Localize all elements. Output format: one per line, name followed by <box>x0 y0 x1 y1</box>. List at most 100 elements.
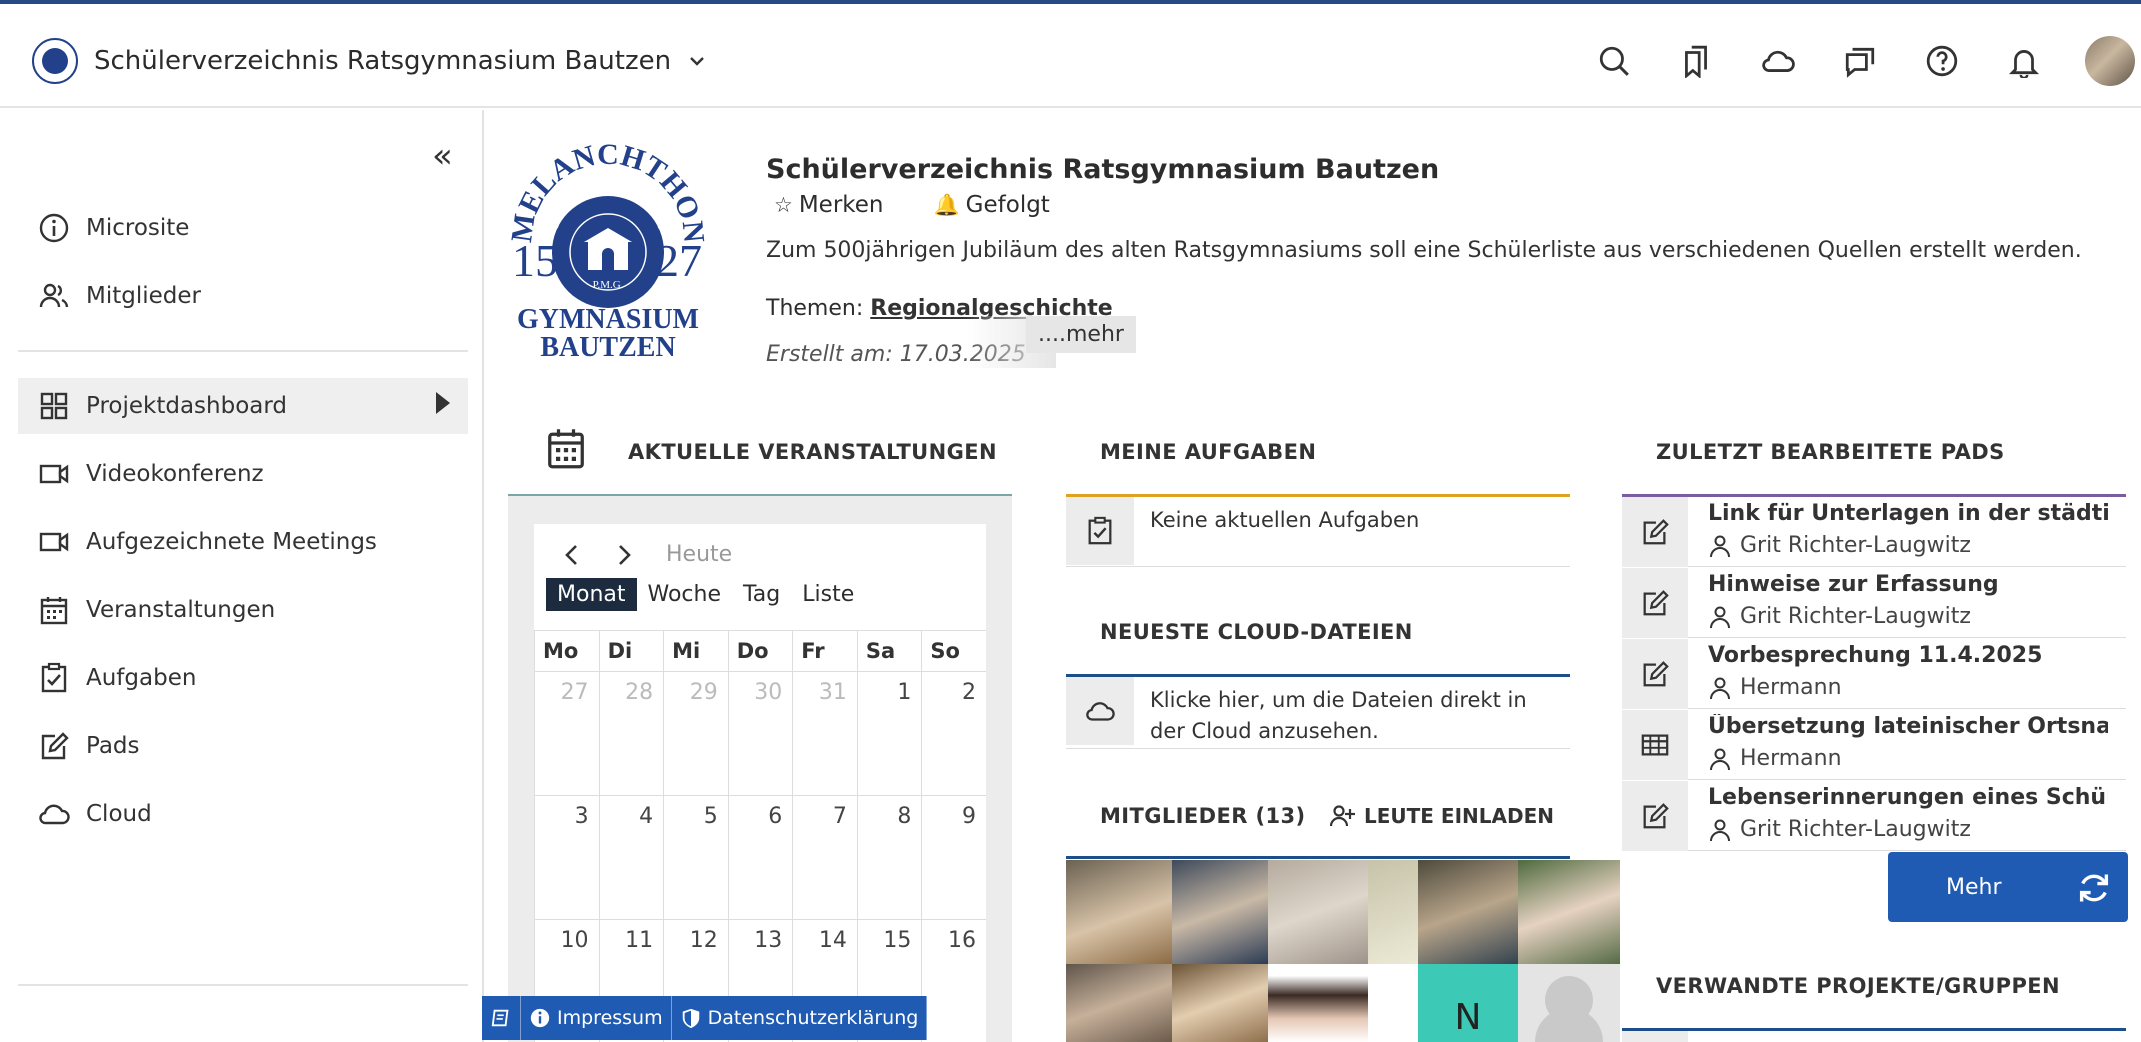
weekday: Sa <box>856 631 922 671</box>
member-avatar[interactable] <box>1172 860 1268 964</box>
chat-button[interactable] <box>1819 37 1901 85</box>
member-avatar-placeholder[interactable] <box>1518 964 1620 1042</box>
sidebar-item-recorded-meetings[interactable]: Aufgezeichnete Meetings <box>18 514 468 570</box>
calendar-day[interactable]: 1 <box>856 672 922 795</box>
pad-item[interactable]: Übersetzung lateinischer Ortsnam... Herm… <box>1622 710 2126 780</box>
cloud-icon <box>1086 702 1115 721</box>
cloud-button[interactable] <box>1737 37 1819 85</box>
member-avatar[interactable] <box>1418 860 1518 964</box>
pad-item[interactable]: Vorbesprechung 11.4.2025 Hermann <box>1622 639 2126 709</box>
member-avatar[interactable] <box>1268 860 1368 964</box>
bookmarks-button[interactable] <box>1655 37 1737 85</box>
cloud-heading: NEUESTE CLOUD-DATEIEN <box>1100 620 1413 644</box>
calendar-icon <box>548 429 584 469</box>
pad-icon <box>1643 590 1669 616</box>
calendar-day[interactable]: 8 <box>856 796 922 919</box>
search-icon <box>1599 46 1629 76</box>
app-window: Schülerverzeichnis Ratsgymnasium Bautzen <box>0 0 2141 1042</box>
calendar-day[interactable]: 7 <box>792 796 857 919</box>
sidebar-item-pads[interactable]: Pads <box>18 718 468 774</box>
sidebar-item-videoconference[interactable]: Videokonferenz <box>18 446 468 502</box>
calendar-day[interactable]: 30 <box>727 672 793 795</box>
task-icon <box>41 662 67 693</box>
sidebar-item-tasks[interactable]: Aufgaben <box>18 650 468 706</box>
help-button[interactable] <box>1901 37 1983 85</box>
project-actions: ☆ Merken 🔔 Gefolgt <box>774 192 1050 218</box>
view-list-button[interactable]: Liste <box>791 578 865 611</box>
search-button[interactable] <box>1573 37 1655 85</box>
project-switcher[interactable]: Schülerverzeichnis Ratsgymnasium Bautzen <box>32 38 707 84</box>
top-accent-line <box>0 0 2141 4</box>
follow-button[interactable]: 🔔 Gefolgt <box>934 192 1050 218</box>
logo-year-right: 27 <box>656 235 702 286</box>
chevron-right-icon[interactable] <box>614 543 634 567</box>
project-logo-small <box>32 38 78 84</box>
pad-icon <box>1643 519 1669 545</box>
pad-icon <box>41 732 69 760</box>
bookmark-button[interactable]: ☆ Merken <box>774 192 884 218</box>
project-logo: MELANCHTHON Doctrinae·Sapientiae·Pietati… <box>508 138 708 358</box>
sidebar-item-events[interactable]: Veranstaltungen <box>18 582 468 638</box>
member-avatar[interactable] <box>1368 860 1418 964</box>
person-icon <box>1710 606 1730 628</box>
calendar-week: 3 4 5 6 7 8 9 <box>534 796 986 920</box>
notifications-button[interactable] <box>1983 37 2065 85</box>
legal-book-button[interactable] <box>482 996 521 1040</box>
calendar-day[interactable]: 27 <box>534 672 599 795</box>
calendar-icon <box>40 597 68 625</box>
pad-item[interactable]: Lebenserinnerungen eines Schülers Grit R… <box>1622 781 2126 851</box>
member-avatar[interactable] <box>1368 964 1418 1042</box>
pad-item[interactable]: Hinweise zur Erfassung Grit Richter-Laug… <box>1622 568 2126 638</box>
person-icon <box>1710 535 1730 557</box>
calendar-day[interactable]: 6 <box>727 796 793 919</box>
person-icon <box>1710 748 1730 770</box>
today-button[interactable]: Heute <box>666 542 732 567</box>
member-avatar[interactable] <box>1066 964 1172 1042</box>
calendar-day[interactable]: 28 <box>598 672 664 795</box>
calendar-day[interactable]: 3 <box>534 796 599 919</box>
table-icon <box>1641 734 1669 756</box>
view-week-button[interactable]: Woche <box>637 578 733 611</box>
pad-title: Lebenserinnerungen eines Schülers <box>1708 785 2108 810</box>
privacy-link[interactable]: Datenschutzerklärung <box>672 996 928 1040</box>
sidebar-item-dashboard[interactable]: Projektdashboard <box>18 378 468 434</box>
pad-item[interactable]: Link für Unterlagen in der städtisc... G… <box>1622 497 2126 567</box>
member-avatar-initial[interactable]: N <box>1418 964 1518 1042</box>
sidebar-item-cloud[interactable]: Cloud <box>18 786 468 842</box>
imprint-link[interactable]: Impressum <box>521 996 672 1040</box>
related-heading: VERWANDTE PROJEKTE/GRUPPEN <box>1656 974 2060 998</box>
member-avatar[interactable] <box>1066 860 1172 964</box>
calendar-day[interactable]: 9 <box>921 796 986 919</box>
pad-title: Link für Unterlagen in der städtisc... <box>1708 501 2108 526</box>
cloud-files-link[interactable]: Klicke hier, um die Dateien direkt in de… <box>1066 677 1554 755</box>
view-day-button[interactable]: Tag <box>732 578 791 611</box>
user-avatar[interactable] <box>2085 36 2135 86</box>
calendar-day[interactable]: 29 <box>663 672 728 795</box>
calendar-nav: Heute <box>562 542 732 567</box>
sidebar-item-microsite[interactable]: Microsite <box>18 200 468 256</box>
calendar-day[interactable]: 2 <box>921 672 986 795</box>
refresh-icon <box>2079 874 2109 902</box>
sidebar-item-label: Aufgaben <box>86 665 197 691</box>
calendar-day[interactable]: 16 <box>921 920 986 1042</box>
member-avatar[interactable] <box>1518 860 1620 964</box>
collapse-sidebar-button[interactable]: « <box>432 136 453 176</box>
video-icon <box>39 464 69 484</box>
cloud-icon <box>39 804 70 825</box>
calendar-day[interactable]: 4 <box>598 796 664 919</box>
pads-more-button[interactable]: Mehr <box>1888 852 2128 922</box>
calendar-day[interactable]: 31 <box>792 672 857 795</box>
pad-author: Grit Richter-Laugwitz <box>1708 817 1971 842</box>
member-avatar[interactable] <box>1172 964 1268 1042</box>
pad-author: Hermann <box>1708 746 1842 771</box>
show-more-button[interactable]: ....mehr <box>1026 316 1136 353</box>
cloud-files-text: Klicke hier, um die Dateien direkt in de… <box>1150 688 1527 743</box>
sidebar-item-members[interactable]: Mitglieder <box>18 268 468 324</box>
member-avatar[interactable] <box>1268 964 1368 1042</box>
people-icon <box>39 283 69 308</box>
calendar-day[interactable]: 5 <box>663 796 728 919</box>
invite-people-button[interactable]: LEUTE EINLADEN <box>1330 804 1554 828</box>
view-month-button[interactable]: Monat <box>546 578 637 611</box>
chevron-left-icon[interactable] <box>562 543 582 567</box>
pad-author: Hermann <box>1708 675 1842 700</box>
